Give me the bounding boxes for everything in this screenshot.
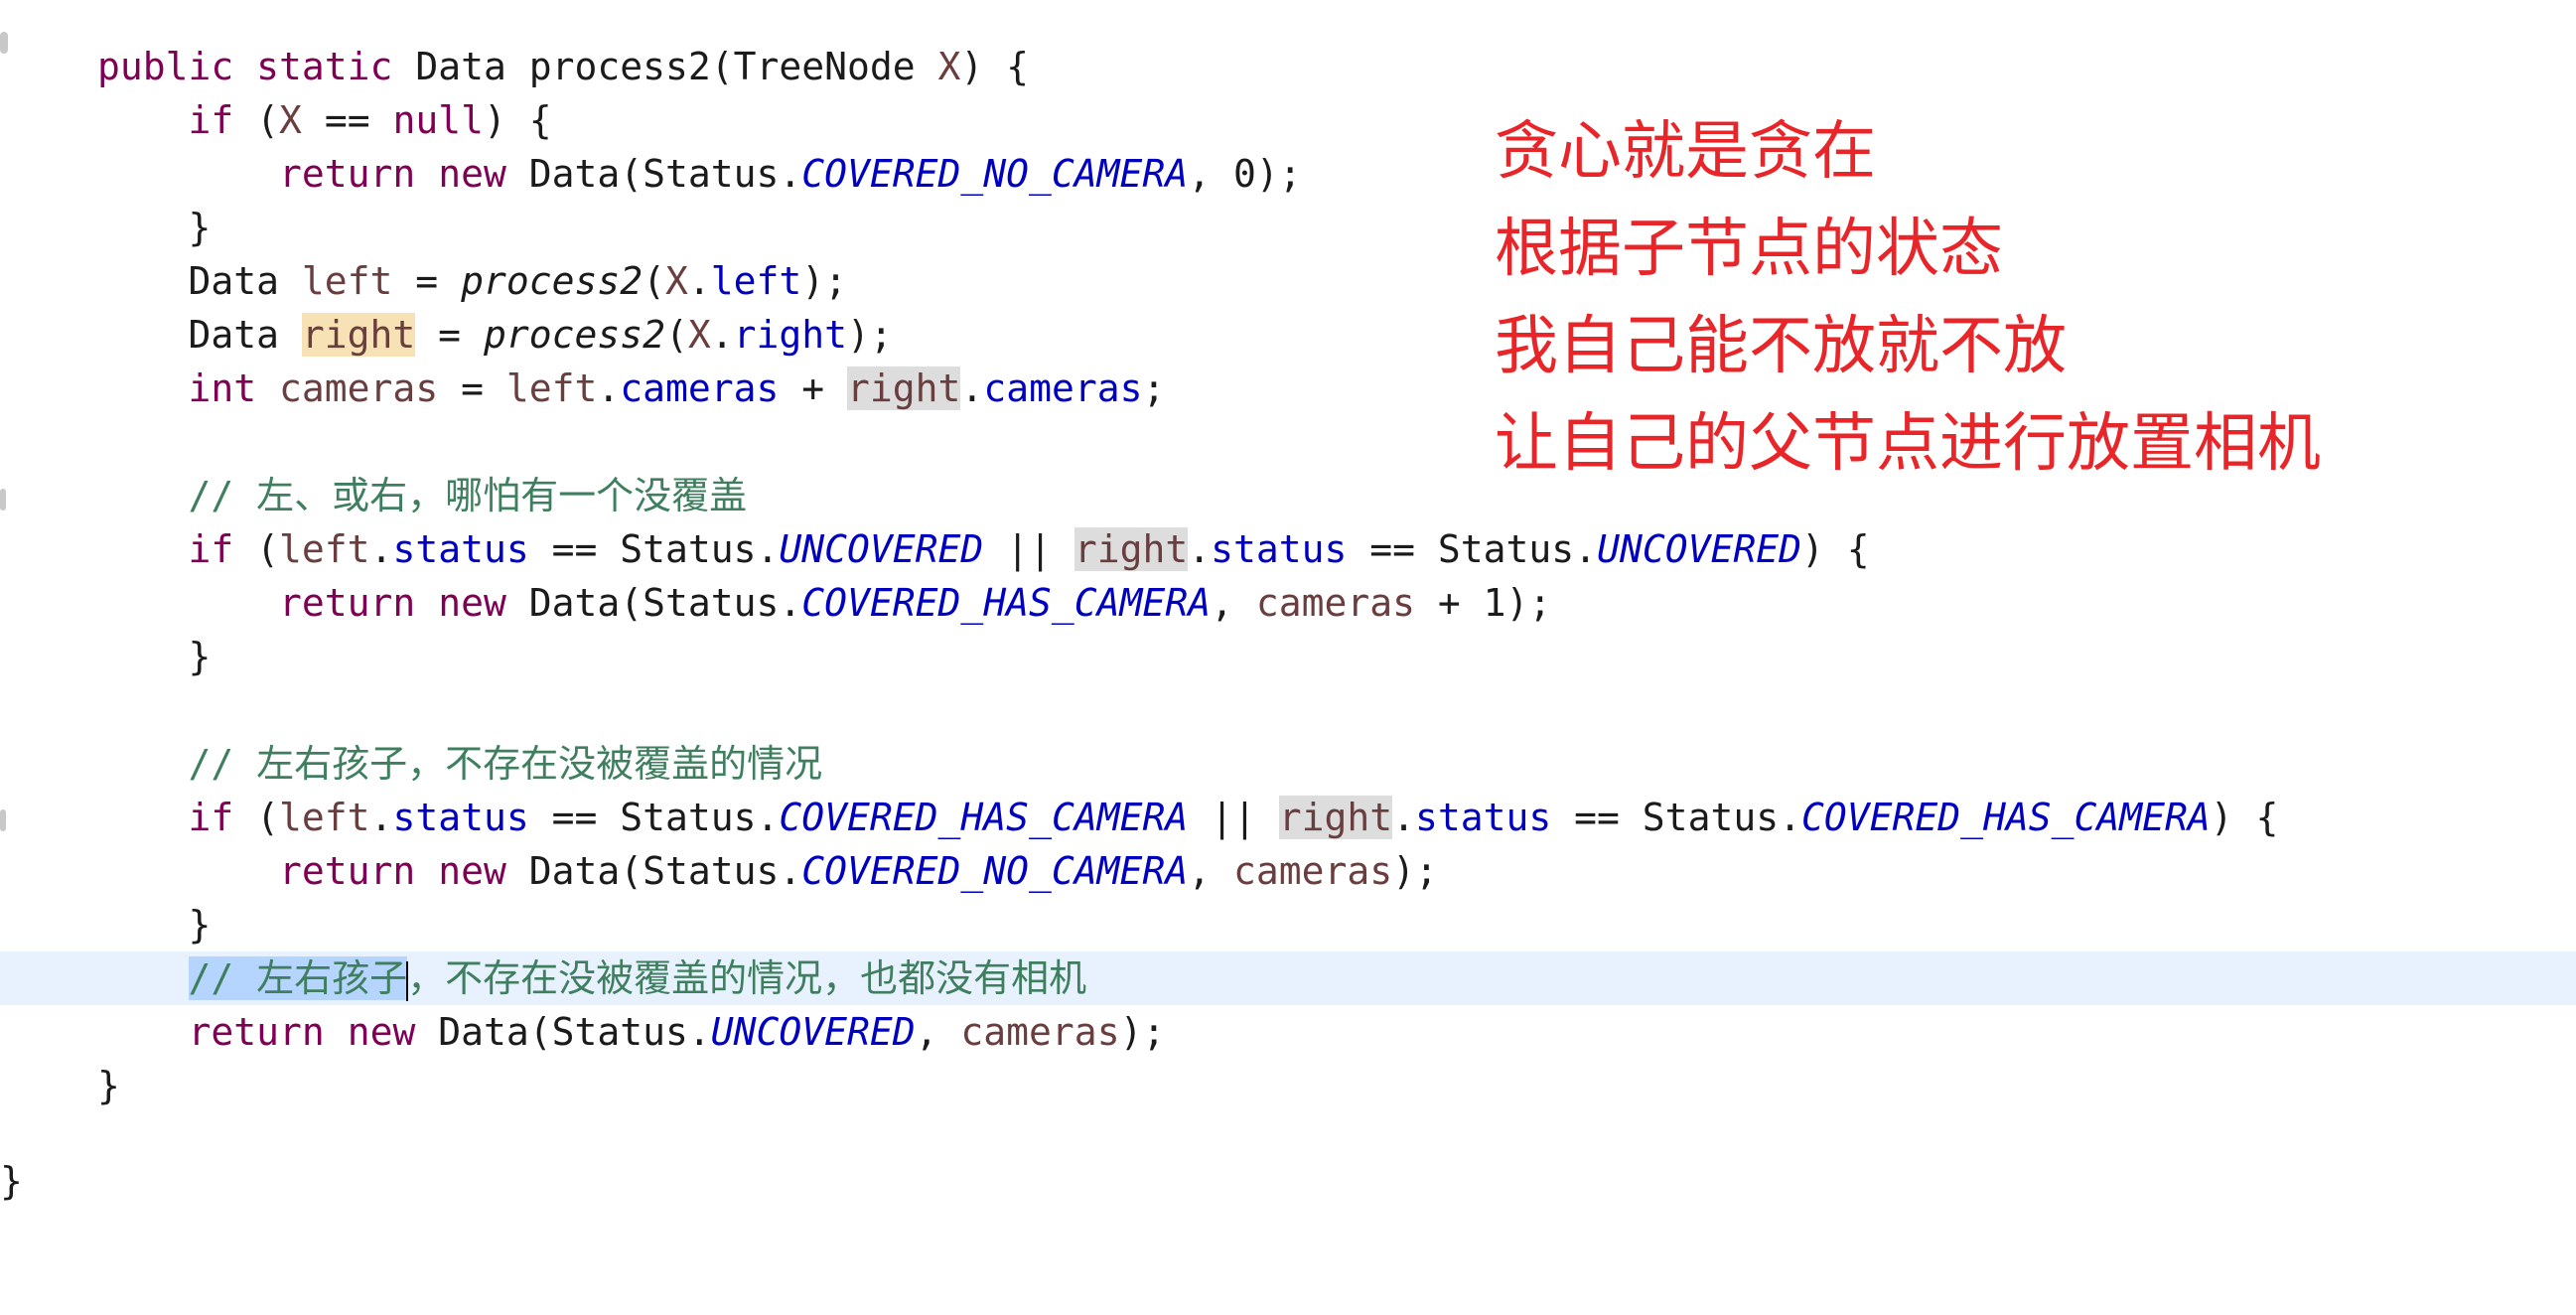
annotation-line-4: 让自己的父节点进行放置相机 (1495, 407, 2321, 481)
code-text: int cameras = left.cameras + right.camer… (188, 366, 1166, 410)
code-text: Data left = process2(X.left); (97, 259, 848, 303)
code-line-14[interactable]: // 左右孩子，不存在没被覆盖的情况 (0, 737, 2576, 791)
annotation-line-1: 贪心就是贪在 (1495, 115, 1876, 189)
code-line-4[interactable]: } (0, 201, 2576, 254)
code-line-15[interactable]: if (left.status == Status.COVERED_HAS_CA… (0, 791, 2576, 844)
text-caret (406, 960, 409, 1001)
code-text: if (left.status == Status.UNCOVERED || r… (188, 527, 1870, 571)
code-line-17[interactable]: } (0, 898, 2576, 951)
code-line-22[interactable]: } (0, 1154, 2576, 1208)
code-comment: // 左、或右，哪怕有一个没覆盖 (97, 474, 748, 517)
code-comment: // 左右孩子，不存在没被覆盖的情况，也都没有相机 (188, 956, 1087, 1001)
annotation-line-3: 我自己能不放就不放 (1495, 310, 2067, 383)
code-text: Data right = process2(X.right); (97, 313, 893, 357)
annotation-line-2: 根据子节点的状态 (1495, 213, 2003, 286)
code-text: return new Data(Status.UNCOVERED, camera… (188, 1010, 1166, 1054)
code-line-19[interactable]: return new Data(Status.UNCOVERED, camera… (0, 1005, 2576, 1059)
code-text: return new Data(Status.COVERED_HAS_CAMER… (279, 581, 1552, 625)
code-text: } (0, 1159, 23, 1203)
code-line-1[interactable]: public static Data process2(TreeNode X) … (0, 40, 2576, 93)
code-text: if (X == null) { (188, 98, 552, 142)
code-text: if (left.status == Status.COVERED_HAS_CA… (188, 796, 2279, 839)
code-editor[interactable]: public static Data process2(TreeNode X) … (0, 0, 2576, 1203)
code-line-18-current[interactable]: // 左右孩子，不存在没被覆盖的情况，也都没有相机 (0, 951, 2576, 1005)
code-line-12[interactable]: } (0, 630, 2576, 683)
code-text: } (97, 206, 212, 249)
code-line-20[interactable]: } (0, 1059, 2576, 1112)
code-line-16[interactable]: return new Data(Status.COVERED_NO_CAMERA… (0, 844, 2576, 898)
code-line-11[interactable]: return new Data(Status.COVERED_HAS_CAMER… (0, 576, 2576, 630)
code-line-6[interactable]: Data right = process2(X.right); (0, 308, 2576, 362)
code-line-10[interactable]: if (left.status == Status.UNCOVERED || r… (0, 522, 2576, 576)
code-line-3[interactable]: return new Data(Status.COVERED_NO_CAMERA… (0, 147, 2576, 201)
code-text: } (97, 635, 212, 678)
code-line-5[interactable]: Data left = process2(X.left); (0, 254, 2576, 308)
code-text: } (97, 1064, 120, 1107)
code-line-2[interactable]: if (X == null) { (0, 93, 2576, 147)
code-text: return new Data(Status.COVERED_NO_CAMERA… (279, 849, 1438, 893)
code-text: public static Data process2(TreeNode X) … (97, 45, 1030, 88)
code-text: return new Data(Status.COVERED_NO_CAMERA… (279, 152, 1302, 196)
code-text: } (97, 903, 212, 947)
code-comment: // 左右孩子，不存在没被覆盖的情况 (97, 742, 823, 786)
